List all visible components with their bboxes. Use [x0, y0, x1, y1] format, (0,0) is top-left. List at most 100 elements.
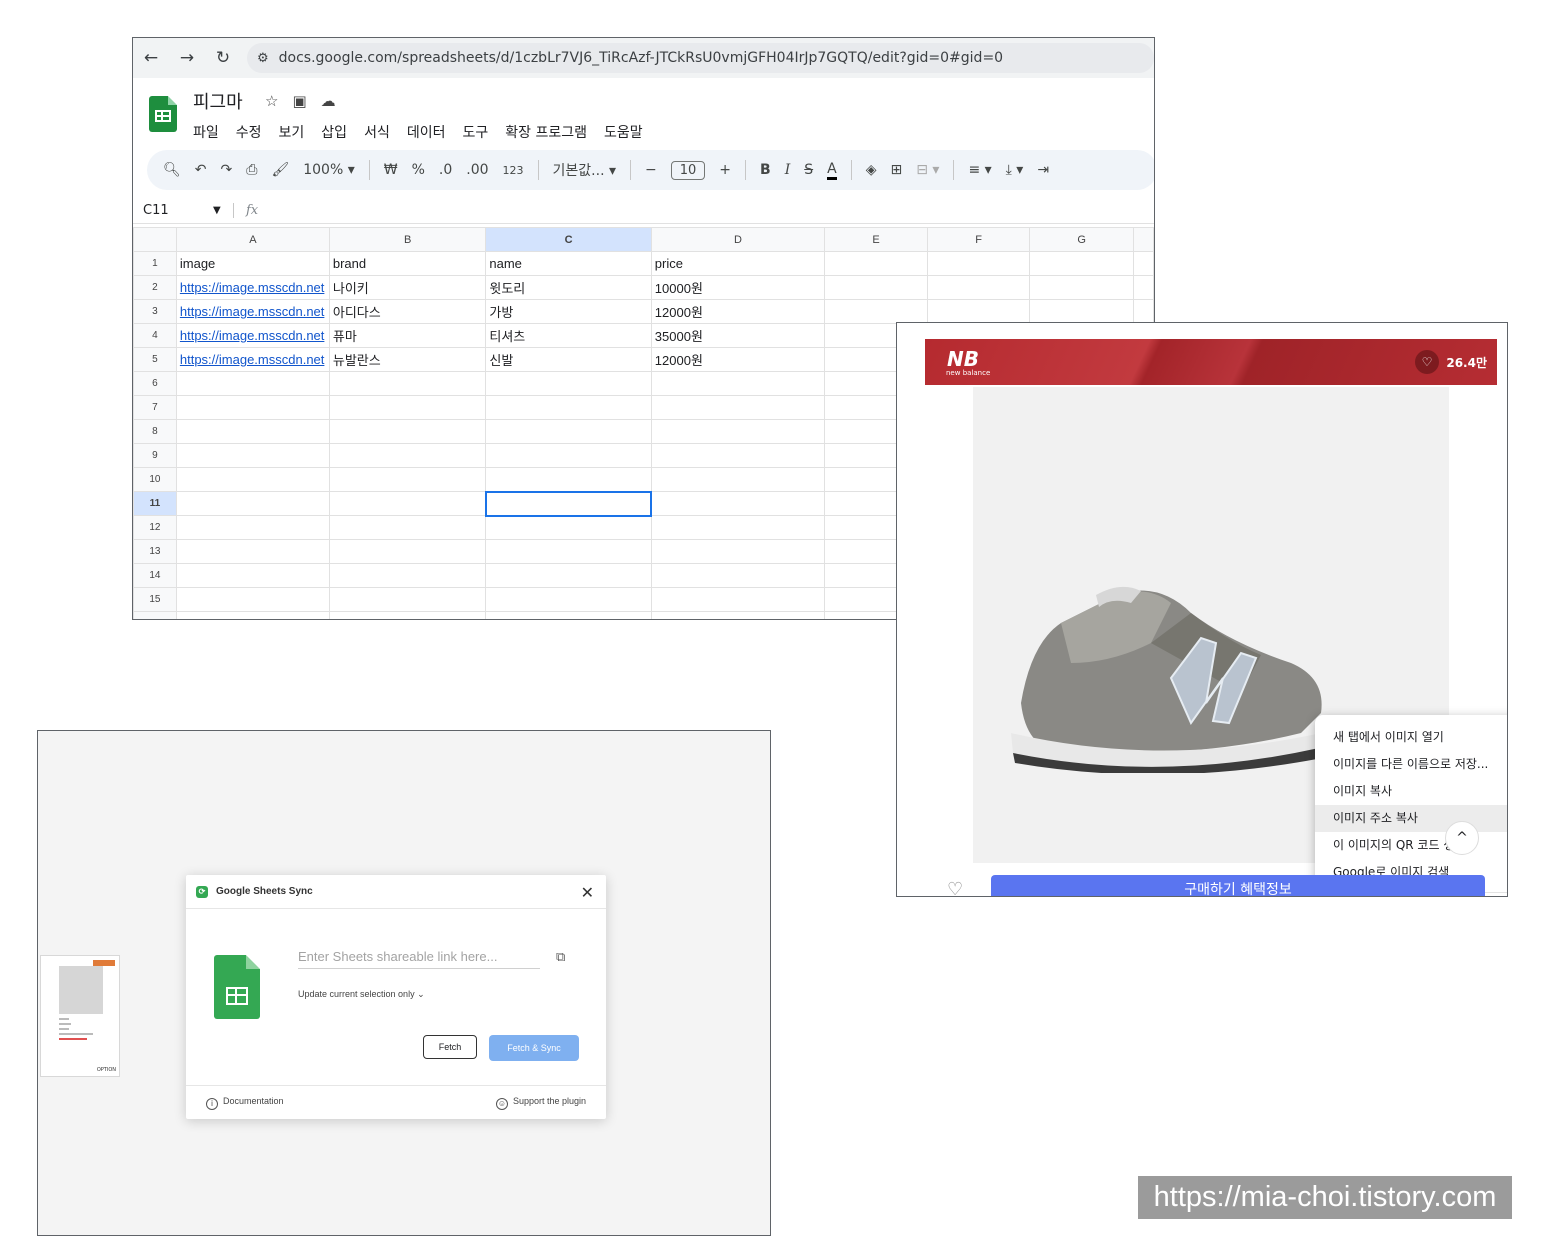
grid-cell[interactable] — [650, 395, 826, 420]
reload-icon[interactable]: ↻ — [205, 48, 241, 68]
grid-cell[interactable] — [175, 419, 330, 444]
row-header[interactable]: 6 — [133, 371, 177, 396]
grid-cell[interactable] — [485, 563, 652, 588]
menu-view[interactable]: 보기 — [279, 122, 305, 142]
grid-cell[interactable] — [175, 563, 330, 588]
font-select[interactable]: 기본값... ▾ — [553, 160, 616, 180]
italic-button[interactable]: I — [785, 162, 791, 178]
doc-title[interactable]: 피그마 — [193, 88, 243, 114]
row-header[interactable]: 9 — [133, 443, 177, 468]
column-header[interactable]: D — [650, 227, 826, 252]
name-box[interactable]: C11 — [133, 203, 213, 218]
update-mode-select[interactable]: Update current selection only ⌄ — [298, 989, 425, 1000]
grid-cell[interactable] — [650, 611, 826, 619]
grid-cell[interactable] — [175, 395, 330, 420]
grid-cell[interactable]: 나이키 — [328, 275, 487, 300]
redo-icon[interactable]: ↷ — [221, 162, 233, 178]
grid-cell[interactable] — [650, 371, 826, 396]
scroll-top-icon[interactable]: ^ — [1445, 821, 1479, 855]
product-image[interactable]: 새 탭에서 이미지 열기 이미지를 다른 이름으로 저장... 이미지 복사 이… — [973, 387, 1507, 896]
ctx-save-image-as[interactable]: 이미지를 다른 이름으로 저장... — [1315, 751, 1507, 778]
grid-cell[interactable] — [1029, 251, 1134, 276]
row-header[interactable]: 5 — [133, 347, 177, 372]
heart-icon[interactable]: ♡ — [1415, 350, 1439, 374]
close-icon[interactable]: ✕ — [581, 883, 594, 903]
row-header[interactable]: 12 — [133, 515, 177, 540]
vertical-align-icon[interactable]: ⤓ ▾ — [1006, 162, 1024, 178]
percent-format-button[interactable]: % — [412, 162, 425, 178]
grid-cell[interactable] — [328, 563, 487, 588]
grid-cell[interactable] — [650, 467, 826, 492]
grid-cell[interactable]: 퓨마 — [328, 323, 487, 348]
undo-icon[interactable]: ↶ — [195, 162, 207, 178]
grid-cell[interactable] — [650, 563, 826, 588]
row-header[interactable]: 2 — [133, 275, 177, 300]
grid-cell[interactable]: https://image.msscdn.net — [175, 323, 330, 348]
grid-cell[interactable] — [175, 491, 330, 516]
grid-cell[interactable] — [485, 611, 652, 619]
menu-format[interactable]: 서식 — [364, 122, 390, 142]
row-header[interactable]: 10 — [133, 467, 177, 492]
grid-cell[interactable] — [926, 299, 1031, 324]
row-header[interactable]: 16 — [133, 611, 177, 619]
grid-cell[interactable] — [650, 587, 826, 612]
menu-tools[interactable]: 도구 — [462, 122, 488, 142]
grid-cell[interactable] — [926, 251, 1031, 276]
grid-cell[interactable] — [650, 419, 826, 444]
grid-cell[interactable]: 윗도리 — [485, 275, 652, 300]
column-header[interactable] — [1132, 227, 1154, 252]
decrease-decimal-button[interactable]: .0 — [439, 162, 452, 178]
paste-icon[interactable]: ⧉ — [556, 949, 565, 965]
strikethrough-icon[interactable]: S — [804, 162, 813, 178]
grid-cell[interactable]: 가방 — [485, 299, 652, 324]
ctx-copy-image-address[interactable]: 이미지 주소 복사 — [1315, 805, 1507, 832]
column-header[interactable]: A — [175, 227, 330, 252]
grid-cell[interactable] — [926, 275, 1031, 300]
column-header[interactable]: G — [1029, 227, 1134, 252]
grid-cell[interactable] — [650, 539, 826, 564]
grid-cell[interactable] — [485, 467, 652, 492]
grid-cell[interactable] — [175, 611, 330, 619]
grid-cell[interactable] — [824, 299, 928, 324]
grid-cell[interactable] — [485, 419, 652, 444]
grid-cell[interactable] — [328, 587, 487, 612]
increase-decimal-button[interactable]: .00 — [466, 162, 488, 178]
grid-cell[interactable] — [1132, 299, 1154, 324]
borders-icon[interactable]: ⊞ — [890, 162, 902, 178]
grid-cell[interactable]: https://image.msscdn.net — [175, 299, 330, 324]
grid-cell[interactable] — [485, 443, 652, 468]
grid-cell[interactable] — [328, 515, 487, 540]
grid-cell[interactable] — [175, 587, 330, 612]
paint-format-icon[interactable]: 🖌︎ — [271, 162, 289, 178]
menu-extensions[interactable]: 확장 프로그램 — [505, 122, 587, 142]
grid-cell[interactable] — [1029, 275, 1134, 300]
row-header[interactable]: 7 — [133, 395, 177, 420]
row-header[interactable]: 8 — [133, 419, 177, 444]
row-header[interactable]: 1 — [133, 251, 177, 276]
grid-cell[interactable] — [328, 467, 487, 492]
column-header[interactable]: C — [485, 227, 652, 252]
grid-cell[interactable] — [824, 251, 928, 276]
grid-cell[interactable] — [1132, 275, 1154, 300]
row-header[interactable]: 14 — [133, 563, 177, 588]
site-settings-icon[interactable]: ⚙ — [257, 51, 269, 66]
grid-cell[interactable] — [485, 395, 652, 420]
grid-cell[interactable] — [175, 539, 330, 564]
back-icon[interactable]: ← — [133, 48, 169, 68]
grid-cell[interactable] — [824, 275, 928, 300]
text-color-icon[interactable]: A — [827, 161, 837, 180]
grid-cell[interactable] — [1029, 299, 1134, 324]
sheets-link-input[interactable] — [298, 945, 540, 969]
column-header[interactable]: F — [926, 227, 1031, 252]
align-left-icon[interactable]: ≡ ▾ — [968, 162, 991, 178]
grid-cell[interactable]: 신발 — [485, 347, 652, 372]
menu-help[interactable]: 도움말 — [604, 122, 643, 142]
grid-cell[interactable]: https://image.msscdn.net — [175, 347, 330, 372]
grid-cell[interactable]: 12000원 — [650, 299, 826, 324]
grid-cell[interactable] — [175, 443, 330, 468]
grid-cell[interactable] — [328, 539, 487, 564]
more-formats-button[interactable]: 123 — [503, 164, 524, 177]
bold-button[interactable]: B — [760, 162, 771, 178]
buy-button[interactable]: 구매하기 혜택정보 — [991, 875, 1485, 896]
star-icon[interactable]: ☆ — [265, 92, 292, 110]
